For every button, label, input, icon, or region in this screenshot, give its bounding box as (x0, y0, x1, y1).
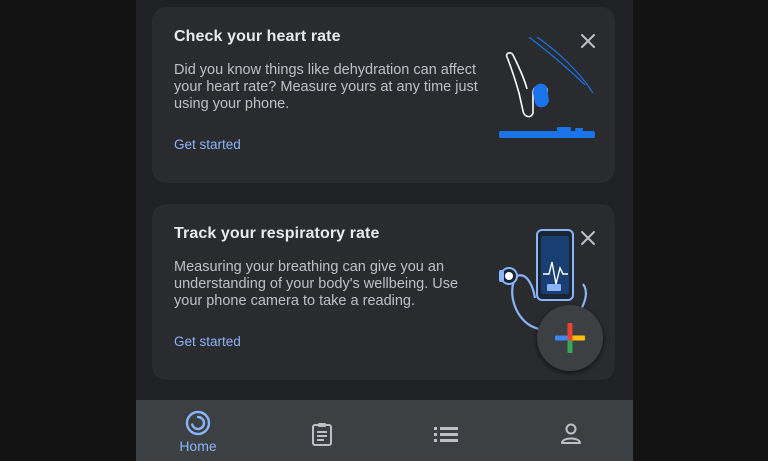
bottom-navigation: Home (136, 400, 633, 461)
plus-icon (555, 323, 585, 353)
nav-item-profile[interactable] (509, 400, 633, 461)
nav-item-journal[interactable] (260, 400, 384, 461)
heart-rate-card: Check your heart rate Did you know thing… (152, 7, 615, 183)
nav-item-home[interactable]: Home (136, 400, 260, 461)
get-started-link[interactable]: Get started (174, 137, 241, 152)
add-button[interactable] (537, 305, 603, 371)
profile-icon (561, 423, 581, 444)
card-body: Did you know things like dehydration can… (174, 62, 478, 112)
card-body: Measuring your breathing can give you an… (174, 259, 459, 309)
browse-list-icon (434, 427, 458, 442)
home-icon (185, 410, 211, 436)
card-title: Track your respiratory rate (174, 225, 380, 242)
get-started-link[interactable]: Get started (174, 334, 241, 349)
nav-label-home: Home (179, 438, 217, 454)
nav-item-browse[interactable] (384, 400, 508, 461)
phone-screen: Check your heart rate Did you know thing… (136, 0, 633, 461)
finger-on-camera-illustration (499, 37, 595, 138)
journal-icon (312, 423, 332, 446)
card-title: Check your heart rate (174, 28, 341, 45)
